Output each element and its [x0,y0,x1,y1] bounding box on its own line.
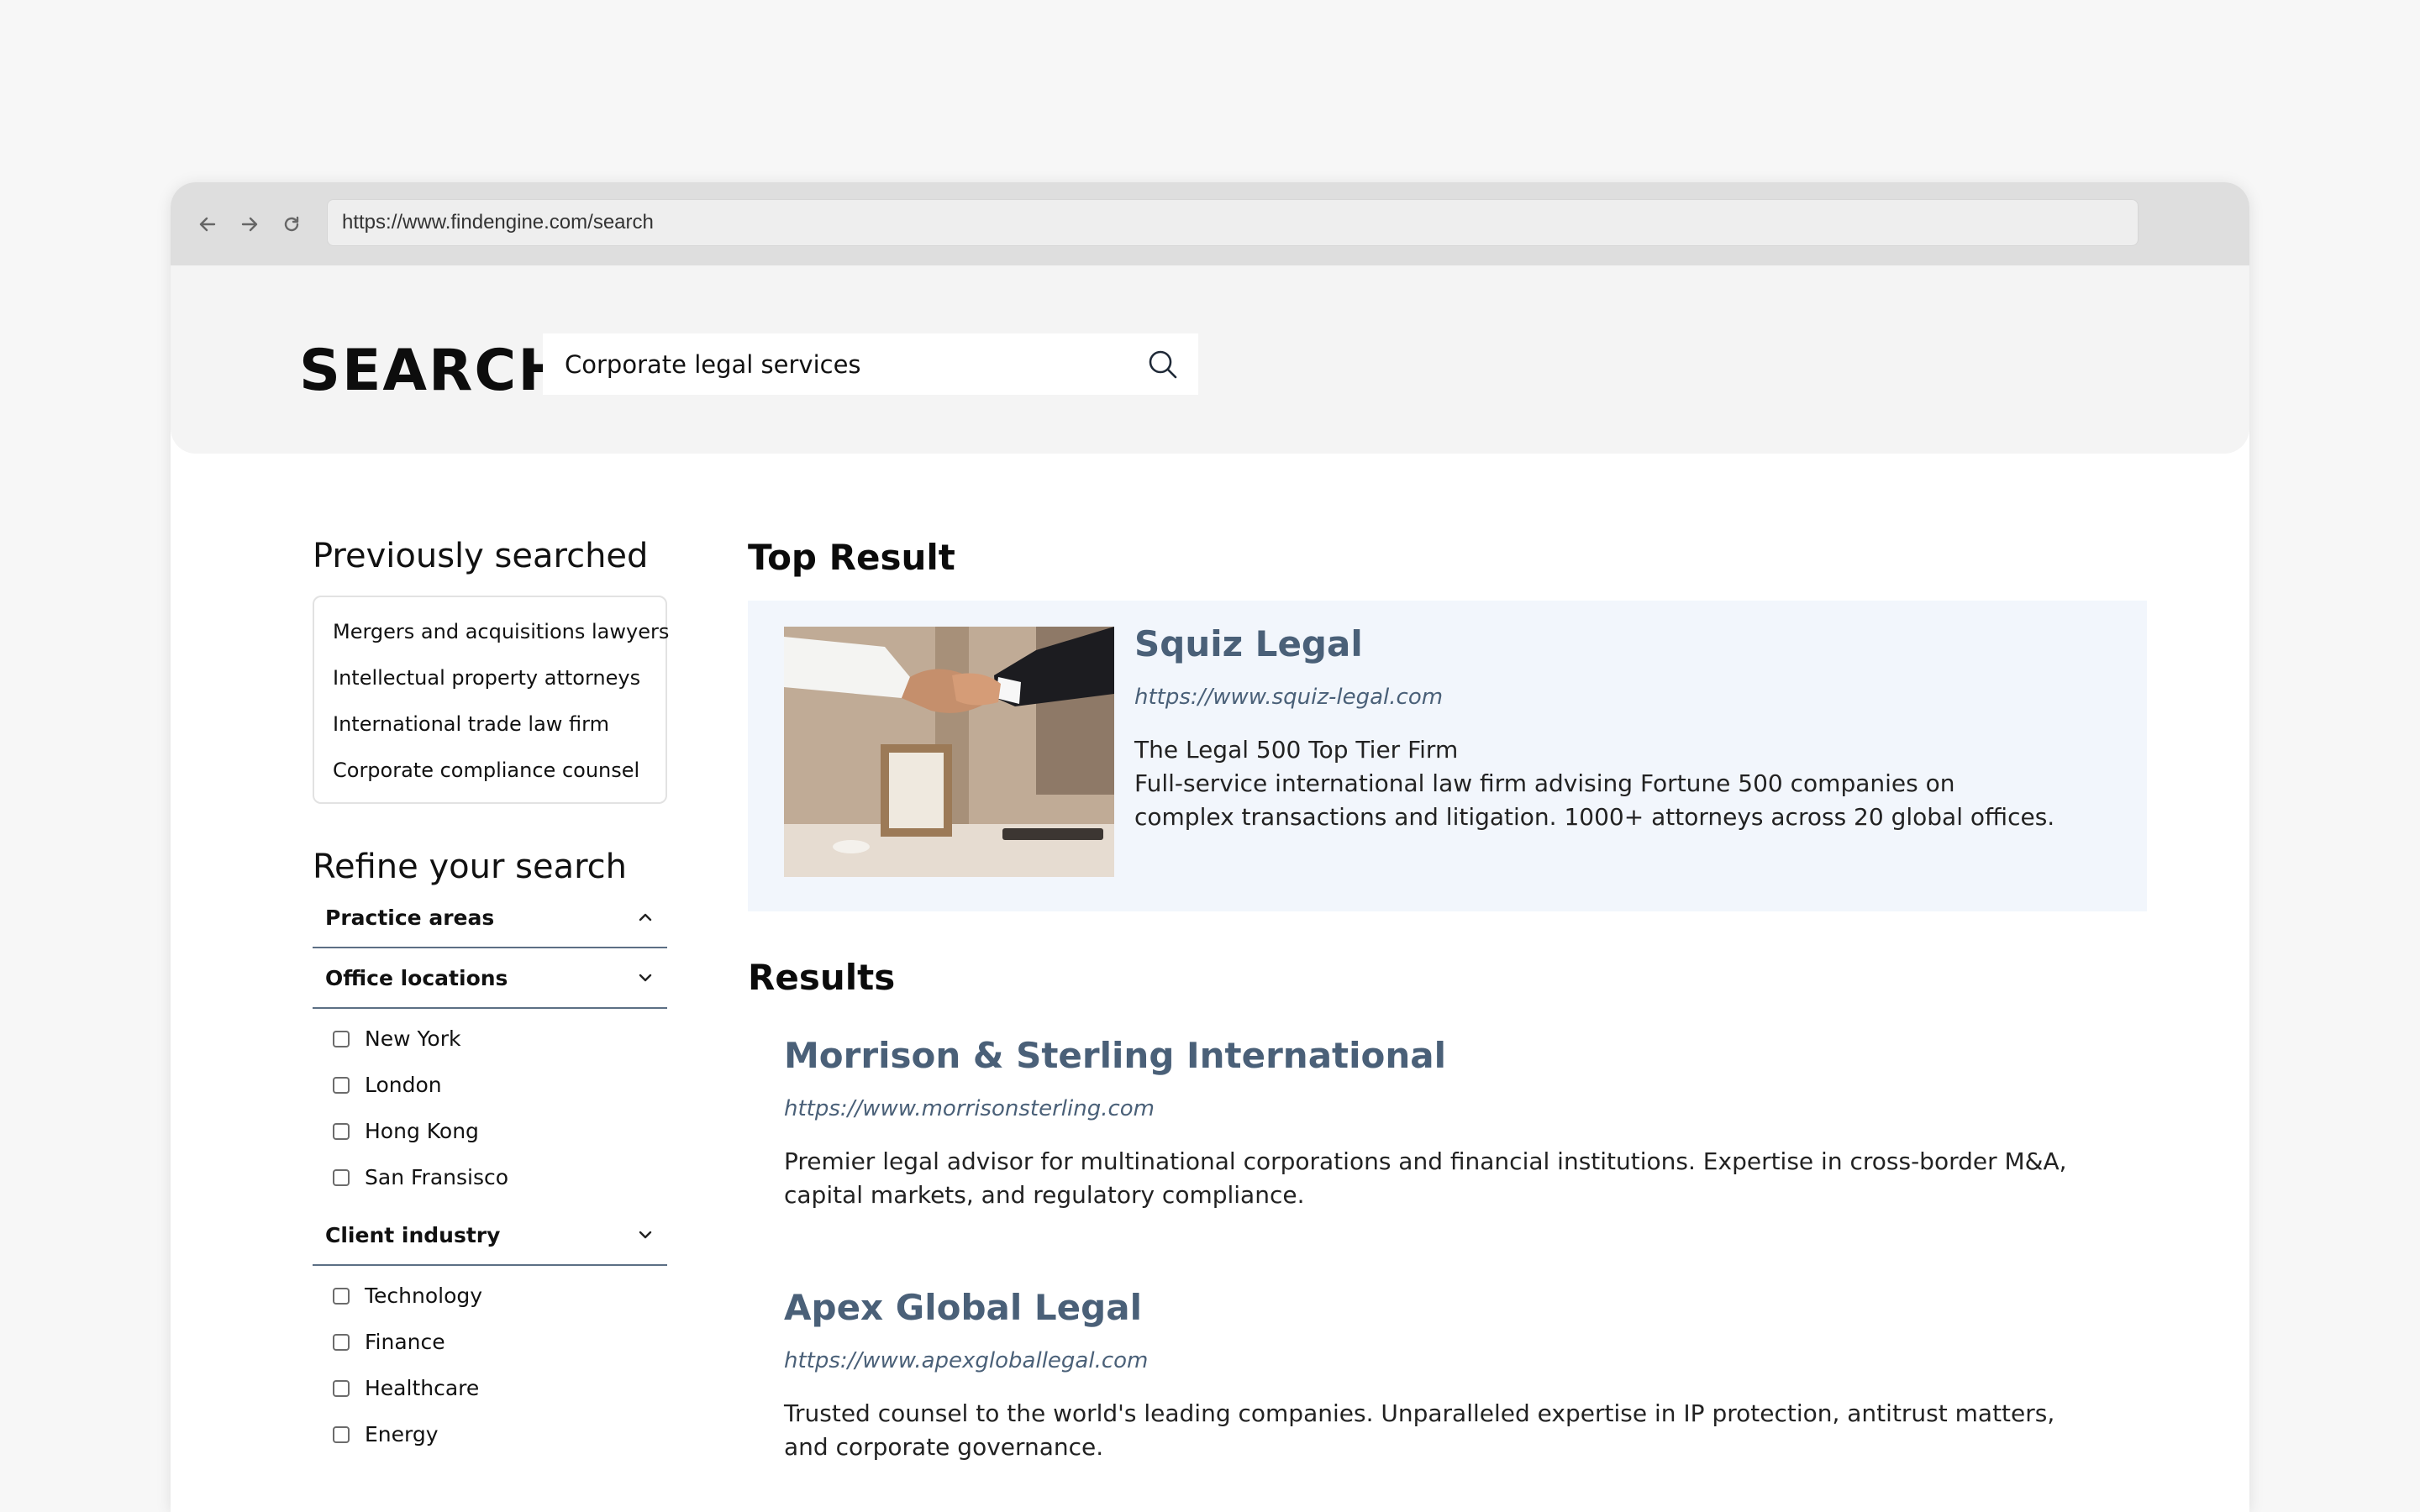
filter-title: Client industry [325,1222,501,1247]
result-description: Trusted counsel to the world's leading c… [784,1399,2055,1461]
results-heading: Results [748,957,896,998]
client-industry-options: Technology Finance Healthcare Energy [313,1266,666,1457]
filter-office-locations[interactable]: Office locations [313,948,667,1009]
previous-search-item[interactable]: Mergers and acquisitions lawyers [333,609,669,655]
checkbox[interactable] [333,1030,350,1047]
top-result-heading: Top Result [748,537,955,578]
filter-client-industry[interactable]: Client industry [313,1205,667,1266]
result-url[interactable]: https://www.morrisonsterling.com [784,1095,2095,1123]
option-label: Technology [365,1284,483,1308]
filter-option[interactable]: Hong Kong [313,1108,666,1154]
result-item: Apex Global Legal https://www.apexglobal… [784,1286,2095,1464]
arrow-left-icon [199,217,216,232]
previous-searches-list: Mergers and acquisitions lawyers Intelle… [313,596,669,804]
filter-title: Office locations [325,965,508,990]
previous-search-item[interactable]: Corporate compliance counsel [333,748,666,794]
result-description: Full-service international law firm advi… [1134,769,2055,831]
chevron-up-icon [639,913,652,921]
top-result-card[interactable]: Squiz Legal https://www.squiz-legal.com … [748,601,2147,911]
filter-option[interactable]: Energy [313,1411,666,1457]
address-bar-url: https://www.findengine.com/search [342,211,654,234]
results-area: Top Result Squiz Legal https://www.squiz… [748,535,2147,1464]
filter-option[interactable]: Healthcare [313,1365,666,1411]
search-icon[interactable] [1146,348,1180,381]
option-label: Energy [365,1422,439,1446]
filter-option[interactable]: Finance [313,1319,666,1365]
checkbox[interactable] [333,1287,350,1305]
filter-option[interactable]: Technology [313,1273,666,1319]
option-label: Healthcare [365,1376,480,1400]
previous-search-item[interactable]: International trade law firm [333,701,666,748]
reload-icon [284,216,299,232]
option-label: San Fransisco [365,1165,509,1189]
checkbox[interactable] [333,1425,350,1443]
checkbox[interactable] [333,1168,350,1186]
option-label: Hong Kong [365,1119,479,1143]
checkbox[interactable] [333,1333,350,1351]
previously-searched-heading: Previously searched [313,537,649,575]
filter-practice-areas[interactable]: Practice areas [313,888,667,948]
forward-button[interactable] [233,207,266,241]
result-url[interactable]: https://www.apexgloballegal.com [784,1347,2095,1375]
reload-button[interactable] [275,207,308,241]
handshake-image [784,627,1114,877]
browser-toolbar: https://www.findengine.com/search [171,182,2249,267]
result-title[interactable]: Squiz Legal [1134,622,2059,666]
checkbox[interactable] [333,1076,350,1094]
checkbox[interactable] [333,1379,350,1397]
result-description: Premier legal advisor for multinational … [784,1147,2067,1209]
filter-title: Practice areas [325,905,495,930]
previous-search-item[interactable]: Intellectual property attorneys [333,655,666,701]
result-title[interactable]: Morrison & Sterling International [784,1034,2095,1078]
chevron-down-icon [639,1231,652,1239]
filter-option[interactable]: New York [313,1016,666,1062]
office-locations-options: New York London Hong Kong San Fransisco [313,1009,666,1205]
filter-option[interactable]: San Fransisco [313,1154,666,1200]
checkbox[interactable] [333,1122,350,1140]
chevron-down-icon [639,974,652,982]
top-result-body: Squiz Legal https://www.squiz-legal.com … [1134,622,2059,834]
option-label: New York [365,1026,461,1051]
browser-window: https://www.findengine.com/search SEARCH… [171,182,2249,1512]
search-header: SEARCH [171,265,2249,454]
result-tagline: The Legal 500 Top Tier Firm [1134,736,1459,764]
arrow-right-icon [241,217,258,232]
filter-option[interactable]: London [313,1062,666,1108]
back-button[interactable] [191,207,224,241]
sidebar: Previously searched Mergers and acquisit… [313,535,669,1457]
result-item: Morrison & Sterling International https:… [784,1034,2095,1212]
option-label: Finance [365,1330,445,1354]
search-input[interactable] [563,349,1104,380]
address-bar[interactable]: https://www.findengine.com/search [327,199,2139,246]
option-label: London [365,1073,442,1097]
site-logo: SEARCH [299,338,568,404]
handshake-photo [784,627,1114,877]
refine-search-heading: Refine your search [313,848,628,886]
result-url[interactable]: https://www.squiz-legal.com [1134,683,2059,711]
result-title[interactable]: Apex Global Legal [784,1286,2095,1330]
search-box [543,333,1198,395]
